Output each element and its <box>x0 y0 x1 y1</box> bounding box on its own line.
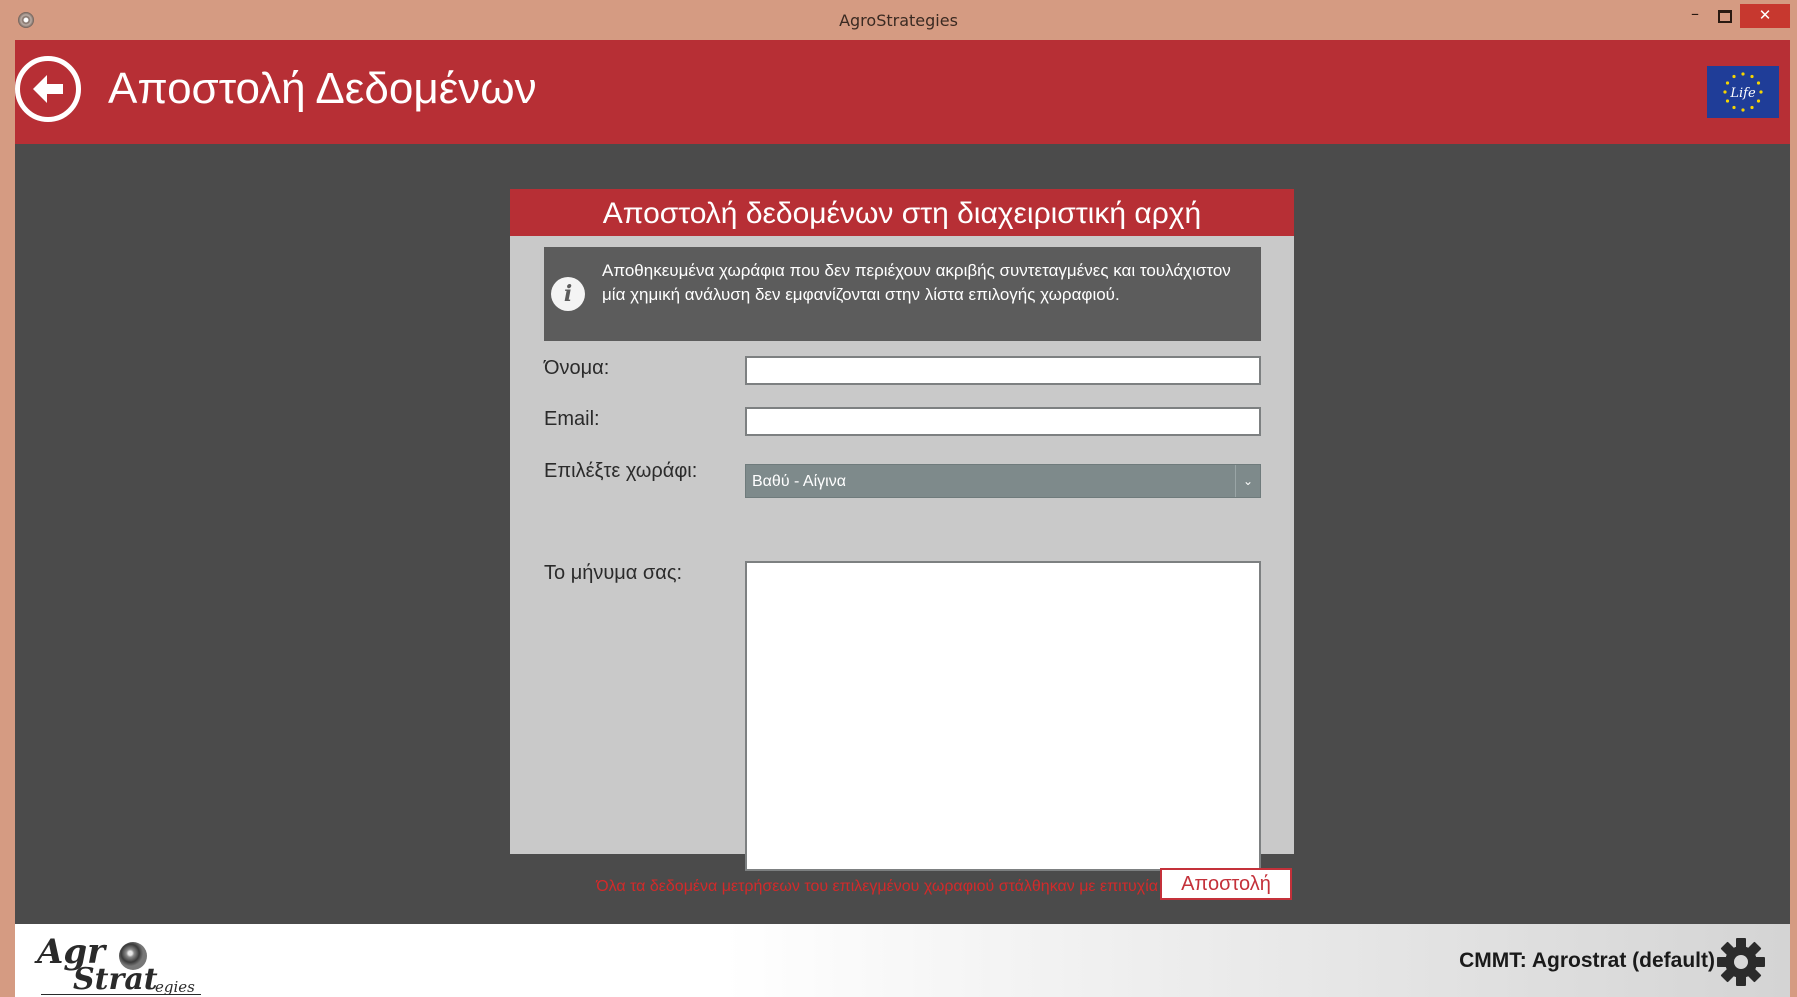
message-label: Το μήνυμα σας: <box>544 562 683 584</box>
field-select-value: Βαθύ - Αίγινα <box>752 473 846 490</box>
panel-title: Αποστολή δεδομένων στη διαχειριστική αρχ… <box>510 189 1294 236</box>
email-label: Email: <box>544 408 600 430</box>
footer: Agr Strat egies CMMT: Agrostrat (default… <box>15 924 1790 997</box>
field-select[interactable]: Βαθύ - Αίγινα ⌄ <box>745 464 1261 498</box>
logo-strat-text: Strat <box>73 962 158 997</box>
maximize-icon <box>1718 10 1732 23</box>
minimize-button[interactable]: – <box>1683 4 1707 26</box>
app-client-area: Αποστολή Δεδομένων Life Αποστολή δεδομέν… <box>15 40 1790 997</box>
page-header: Αποστολή Δεδομένων Life <box>15 40 1790 144</box>
gear-icon <box>1717 938 1765 986</box>
eu-stars-icon: Life <box>1723 72 1763 112</box>
send-button[interactable]: Αποστολή <box>1160 868 1292 900</box>
name-label: Όνομα: <box>544 357 610 379</box>
settings-button[interactable] <box>1715 936 1767 988</box>
window-title-bar: AgroStrategies – ✕ <box>0 0 1797 40</box>
page-title: Αποστολή Δεδομένων <box>108 64 537 113</box>
eu-logo-text: Life <box>1729 86 1756 101</box>
message-textarea[interactable] <box>745 561 1261 871</box>
eu-life-logo: Life <box>1707 66 1779 118</box>
chevron-down-icon[interactable]: ⌄ <box>1235 465 1260 497</box>
field-select-label: Επιλέξτε χωράφι: <box>544 460 698 482</box>
close-button[interactable]: ✕ <box>1740 4 1790 28</box>
send-data-panel: Αποστολή δεδομένων στη διαχειριστική αρχ… <box>510 189 1294 871</box>
status-message: Όλα τα δεδομένα μετρήσεων του επιλεγμένο… <box>596 878 1158 895</box>
agrostrategies-logo: Agr Strat egies <box>37 932 207 997</box>
window-title: AgroStrategies <box>839 11 958 30</box>
maximize-button[interactable] <box>1713 6 1737 28</box>
info-icon: i <box>551 277 585 311</box>
back-button[interactable] <box>15 56 81 122</box>
info-box: i Αποθηκευμένα χωράφια που δεν περιέχουν… <box>544 247 1261 341</box>
name-input[interactable] <box>745 356 1261 385</box>
logo-underline <box>41 994 201 995</box>
info-text: Αποθηκευμένα χωράφια που δεν περιέχουν α… <box>602 261 1231 304</box>
cmmt-status: CMMT: Agrostrat (default) <box>1459 949 1715 972</box>
back-arrow-icon <box>33 75 63 103</box>
email-input[interactable] <box>745 407 1261 436</box>
